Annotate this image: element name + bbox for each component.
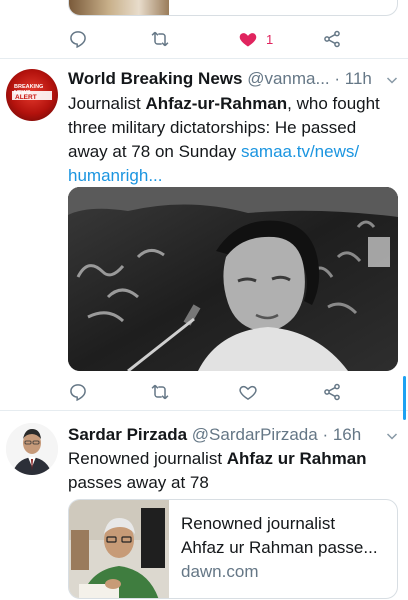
user-handle[interactable]: @vanma... (247, 69, 329, 88)
card-title-line: Ahfaz ur Rahman passe... (181, 538, 378, 557)
link-preview-card[interactable]: Renowned journalist Ahfaz ur Rahman pass… (68, 499, 398, 599)
like-button[interactable] (238, 379, 258, 405)
reply-button[interactable] (68, 379, 88, 405)
separator: · (329, 69, 345, 88)
separator: · (317, 425, 333, 444)
tweet-text-bold: Ahfaz-ur-Rahman (145, 94, 288, 113)
retweet-button[interactable] (150, 26, 170, 52)
timestamp[interactable]: 16h (333, 425, 361, 444)
heart-icon (239, 385, 257, 400)
display-name[interactable]: Sardar Pirzada (68, 425, 187, 444)
like-count: 1 (266, 31, 274, 47)
card-domain: dawn.com (181, 562, 259, 581)
previous-card-thumbnail (69, 0, 169, 15)
tweet-text: Journalist Ahfaz-ur-Rahman, who fought t… (68, 92, 394, 188)
journalist-photo (68, 187, 398, 371)
share-icon (324, 30, 340, 48)
chevron-down-icon[interactable] (386, 74, 398, 86)
card-photo (69, 500, 169, 598)
svg-text:ALERT: ALERT (15, 94, 37, 101)
timestamp[interactable]: 11h (345, 69, 372, 88)
retweet-icon (151, 384, 169, 400)
card-title-line: Renowned journalist (181, 514, 336, 533)
chevron-down-icon[interactable] (386, 430, 398, 442)
tweet-text-part: Journalist (68, 94, 146, 113)
share-button[interactable] (322, 379, 342, 405)
tweet-header: World Breaking News @vanma... · 11h (68, 68, 400, 90)
previous-tweet-actions: 1 (0, 26, 408, 52)
tweet-divider (0, 410, 408, 411)
tweet-link-cont[interactable]: humanrigh... (68, 166, 163, 185)
tweet-text-part: passes away at 78 (68, 473, 209, 492)
tweet-text-part: Renowned journalist (68, 449, 227, 468)
tweet-text-bold: Ahfaz ur Rahman (226, 449, 367, 468)
user-handle[interactable]: @SardarPirzada (192, 425, 318, 444)
breaking-news-logo: BREAKING NEWS ALERT (12, 84, 52, 101)
display-name[interactable]: World Breaking News (68, 69, 242, 88)
share-button[interactable] (322, 26, 342, 52)
tweet-header: Sardar Pirzada @SardarPirzada · 16h (68, 424, 400, 446)
reply-icon (70, 31, 86, 49)
scrollbar[interactable] (403, 376, 406, 420)
avatar[interactable]: BREAKING NEWS ALERT (6, 69, 58, 121)
heart-filled-icon (239, 33, 257, 47)
avatar[interactable] (6, 423, 58, 475)
card-thumbnail (69, 500, 169, 598)
tweet-photo[interactable] (68, 187, 398, 371)
person-portrait (6, 423, 58, 475)
retweet-icon (151, 31, 169, 47)
share-icon (324, 383, 340, 401)
retweet-button[interactable] (150, 379, 170, 405)
tweet-actions (0, 379, 408, 405)
previous-tweet-card[interactable] (68, 0, 398, 16)
tweet-text: Renowned journalist Ahfaz ur Rahman pass… (68, 447, 394, 495)
like-button[interactable]: 1 (238, 26, 273, 52)
tweet-divider (0, 58, 408, 59)
reply-icon (70, 384, 86, 402)
card-title: Renowned journalist Ahfaz ur Rahman pass… (181, 512, 393, 560)
tweet-link[interactable]: samaa.tv/news/ (241, 142, 359, 161)
reply-button[interactable] (68, 26, 88, 52)
